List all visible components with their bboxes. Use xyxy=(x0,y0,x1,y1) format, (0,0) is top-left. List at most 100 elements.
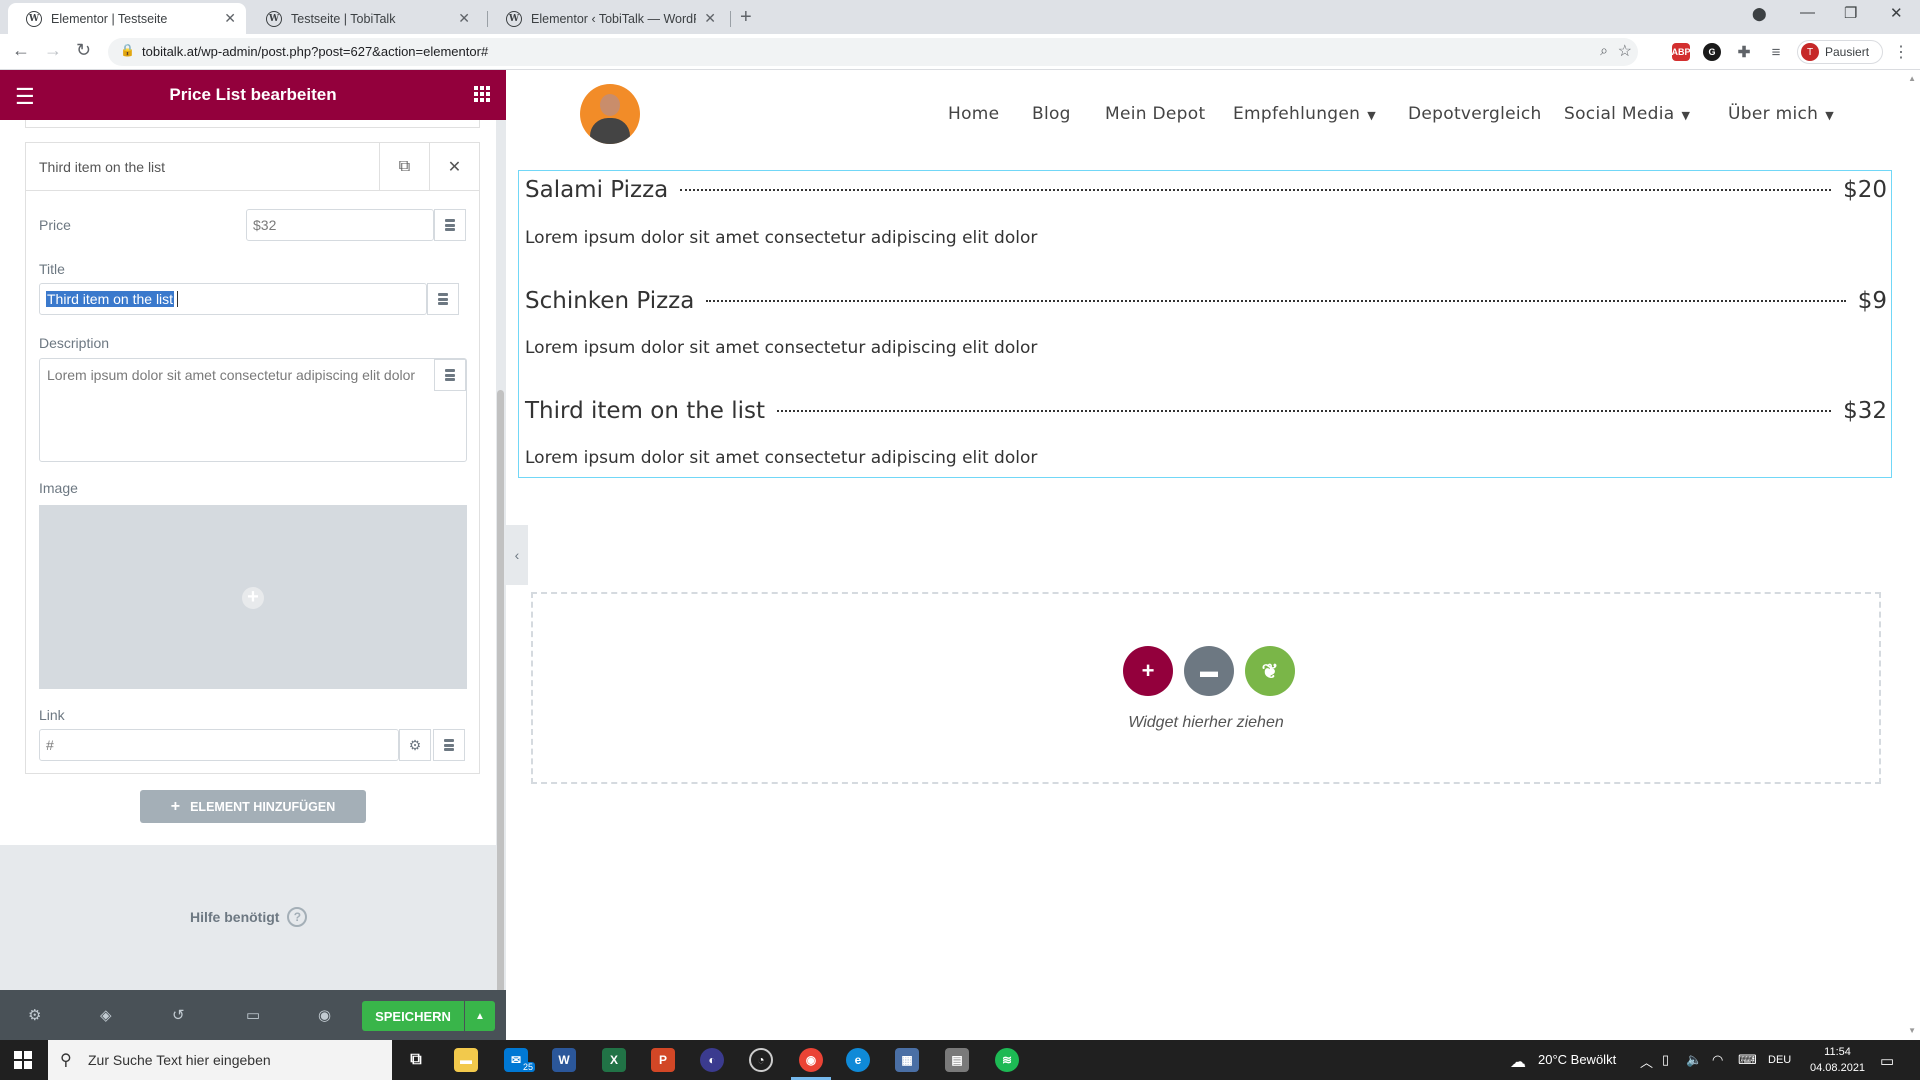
cloud-weather-icon[interactable]: ☁ xyxy=(1510,1052,1526,1072)
preview-eye-icon[interactable]: ◉ xyxy=(318,1006,331,1024)
tray-chevron-up-icon[interactable]: ︿ xyxy=(1640,1052,1653,1071)
lock-icon[interactable]: 🔒 xyxy=(120,43,135,57)
nav-home[interactable]: Home xyxy=(948,104,999,124)
volume-icon[interactable]: 🔈 xyxy=(1686,1052,1702,1068)
remove-icon[interactable]: ✕ xyxy=(429,143,479,191)
reading-list-icon[interactable]: ≡ xyxy=(1767,43,1785,61)
link-input[interactable]: # xyxy=(39,729,399,761)
back-icon[interactable]: ← xyxy=(12,40,30,61)
nav-empfehlungen[interactable]: Empfehlungen ▼ xyxy=(1233,104,1376,124)
url-text[interactable]: tobitalk.at/wp-admin/post.php?post=627&a… xyxy=(142,44,488,59)
dynamic-tags-icon[interactable] xyxy=(434,209,466,241)
widgets-grid-icon[interactable] xyxy=(474,86,490,102)
description-textarea[interactable]: Lorem ipsum dolor sit amet consectetur a… xyxy=(39,358,467,462)
price-list-item[interactable]: Salami Pizza $20 xyxy=(525,177,1887,203)
history-icon[interactable]: ↺ xyxy=(172,1006,185,1024)
dotted-separator xyxy=(706,300,1846,302)
app-icon[interactable]: ▤ xyxy=(945,1048,969,1072)
duplicate-icon[interactable]: ⧉ xyxy=(379,143,429,191)
adblock-extension-icon[interactable]: ABP xyxy=(1672,43,1691,61)
panel-scrollbar[interactable] xyxy=(497,390,504,1040)
notifications-icon[interactable]: ▭ xyxy=(1880,1052,1894,1070)
help-link[interactable]: Hilfe benötigt ? xyxy=(190,907,308,927)
nav-depotvergleich[interactable]: Depotvergleich xyxy=(1408,104,1542,124)
dynamic-tags-icon[interactable] xyxy=(427,283,459,315)
zoom-icon[interactable]: ⌕ xyxy=(1600,42,1608,59)
window-close-icon[interactable]: ✕ xyxy=(1890,4,1903,22)
price-list-item[interactable]: Third item on the list $32 xyxy=(525,398,1887,424)
repeater-item-header[interactable]: Third item on the list ⧉ ✕ xyxy=(26,143,479,191)
spotify-icon[interactable]: ≋ xyxy=(995,1048,1019,1072)
add-section-plus-icon[interactable]: + xyxy=(1123,646,1173,696)
image-placeholder[interactable]: + xyxy=(39,505,467,689)
title-input[interactable]: Third item on the list xyxy=(39,283,427,315)
profile-button[interactable]: T Pausiert xyxy=(1797,40,1883,64)
previous-item-edge xyxy=(25,120,480,128)
price-input[interactable]: $32 xyxy=(246,209,434,241)
preview-scroll-down-icon[interactable]: ▼ xyxy=(1908,1026,1916,1035)
nav-social-media[interactable]: Social Media ▼ xyxy=(1564,104,1690,124)
close-icon[interactable]: ✕ xyxy=(224,10,236,27)
excel-icon[interactable]: X xyxy=(602,1048,626,1072)
address-bar[interactable]: 🔒 tobitalk.at/wp-admin/post.php?post=627… xyxy=(108,38,1638,66)
powerpoint-icon[interactable]: P xyxy=(651,1048,675,1072)
settings-gear-icon[interactable]: ⚙ xyxy=(28,1006,41,1024)
dynamic-tags-icon[interactable] xyxy=(434,359,466,391)
file-explorer-icon[interactable]: ▬ xyxy=(454,1048,478,1072)
language-indicator[interactable]: DEU xyxy=(1768,1054,1791,1066)
add-image-icon[interactable]: + xyxy=(242,587,264,609)
forward-icon[interactable]: → xyxy=(44,40,62,61)
price-list-item-description: Lorem ipsum dolor sit amet consectetur a… xyxy=(525,338,1038,358)
navigator-layers-icon[interactable]: ◈ xyxy=(100,1006,112,1024)
edge-icon[interactable]: e xyxy=(846,1048,870,1072)
link-settings-gear-icon[interactable]: ⚙ xyxy=(399,729,431,761)
device-icon[interactable]: ▯ xyxy=(1662,1052,1669,1068)
price-list-widget[interactable]: Salami Pizza $20 Lorem ipsum dolor sit a… xyxy=(518,170,1892,478)
preview-scroll-up-icon[interactable]: ▲ xyxy=(1908,74,1916,83)
site-logo[interactable] xyxy=(580,84,640,144)
browser-tab[interactable]: W Elementor | Testseite ✕ xyxy=(8,3,246,34)
responsive-mode-icon[interactable]: ▭ xyxy=(246,1006,260,1024)
nav-ueber-mich[interactable]: Über mich ▼ xyxy=(1728,104,1834,124)
windows-start-icon[interactable] xyxy=(14,1051,32,1069)
weather-text[interactable]: 20°C Bewölkt xyxy=(1538,1052,1616,1067)
browser-tab[interactable]: W Elementor ‹ TobiTalk — WordPre ✕ xyxy=(488,3,726,34)
collapse-panel-chevron-icon[interactable]: ‹ xyxy=(506,525,528,585)
bookmark-star-icon[interactable]: ☆ xyxy=(1618,41,1632,61)
panel-content: Third item on the list ⧉ ✕ Price $32 Tit… xyxy=(0,120,496,845)
chrome-icon[interactable]: ◉ xyxy=(799,1048,823,1072)
envato-leaf-icon[interactable]: ❦ xyxy=(1245,646,1295,696)
grammarly-extension-icon[interactable]: G xyxy=(1703,43,1721,61)
app-icon[interactable]: ◐ xyxy=(700,1048,724,1072)
nav-mein-depot[interactable]: Mein Depot xyxy=(1105,104,1205,124)
browser-tab[interactable]: W Testseite | TobiTalk ✕ xyxy=(248,3,480,34)
obs-icon[interactable]: ◔ xyxy=(749,1048,773,1072)
restore-icon[interactable]: ❐ xyxy=(1844,4,1857,22)
wifi-icon[interactable]: ◠ xyxy=(1712,1052,1723,1068)
add-item-button[interactable]: + ELEMENT HINZUFÜGEN xyxy=(140,790,366,823)
save-button[interactable]: SPEICHERN xyxy=(362,1001,464,1031)
nav-blog[interactable]: Blog xyxy=(1032,104,1071,124)
close-icon[interactable]: ✕ xyxy=(704,10,716,27)
new-tab-icon[interactable]: + xyxy=(740,6,752,29)
tab-search-icon[interactable]: ⬤ xyxy=(1752,6,1767,22)
task-view-icon[interactable]: ⧉ xyxy=(404,1048,428,1072)
keyboard-icon[interactable]: ⌨ xyxy=(1738,1052,1757,1068)
chevron-down-icon: ▼ xyxy=(1681,109,1691,122)
repeater-item-title[interactable]: Third item on the list xyxy=(39,159,165,175)
dynamic-tags-icon[interactable] xyxy=(433,729,465,761)
add-section-dropzone[interactable]: + ▬ ❦ Widget hierher ziehen xyxy=(531,592,1881,784)
extensions-puzzle-icon[interactable]: ✚ xyxy=(1735,43,1753,61)
word-icon[interactable]: W xyxy=(552,1048,576,1072)
question-icon: ? xyxy=(287,907,308,927)
close-icon[interactable]: ✕ xyxy=(458,10,470,27)
taskbar-search-box[interactable]: ⚲ Zur Suche Text hier eingeben xyxy=(48,1040,392,1080)
browser-menu-icon[interactable]: ⋮ xyxy=(1893,42,1909,62)
reload-icon[interactable]: ↻ xyxy=(76,40,91,61)
price-list-item[interactable]: Schinken Pizza $9 xyxy=(525,288,1887,314)
template-library-folder-icon[interactable]: ▬ xyxy=(1184,646,1234,696)
app-icon[interactable]: ▦ xyxy=(895,1048,919,1072)
minimize-icon[interactable]: — xyxy=(1800,4,1815,21)
system-clock[interactable]: 11:54 04.08.2021 xyxy=(1810,1044,1865,1076)
save-options-caret-icon[interactable]: ▲ xyxy=(465,1001,495,1031)
